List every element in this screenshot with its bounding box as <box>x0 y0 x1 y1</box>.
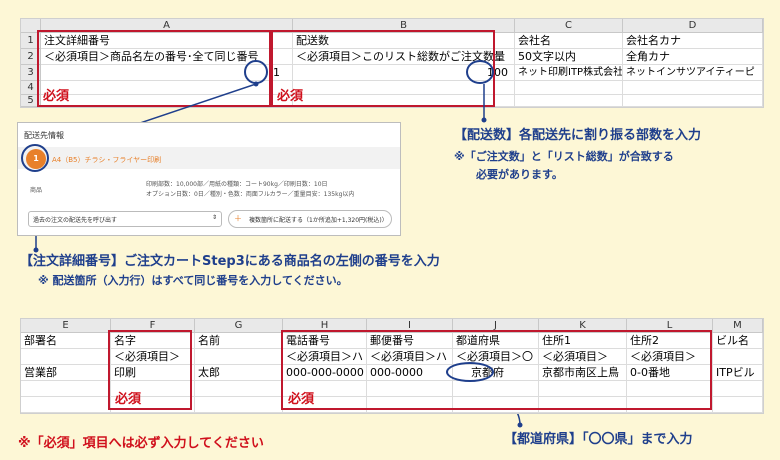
badge-highlight-circle <box>21 144 49 172</box>
column-header-g[interactable]: G <box>195 319 283 333</box>
cell-m5[interactable] <box>713 397 763 413</box>
prefecture-ellipse <box>446 362 494 382</box>
product-title: A4（B5）チラシ・フライヤー印刷 <box>52 156 162 164</box>
cell-g3[interactable]: 太郎 <box>195 365 283 381</box>
past-address-select[interactable]: 過去の注文の配送先を呼び出す ⇕ <box>28 211 222 227</box>
required-box-columns-h-l <box>281 330 712 410</box>
column-header-m[interactable]: M <box>713 319 763 333</box>
plus-icon: ＋ <box>234 214 242 223</box>
order-number-note-sub: ※ 配送箇所（入力行）はすべて同じ番号を入力してください。 <box>38 274 348 287</box>
select-arrows-icon: ⇕ <box>211 214 217 221</box>
product-detail-line2: オプション日数：0日／種別・色数：両面フルカラー／重量目安：135kg以内 <box>146 191 355 198</box>
required-label-f: 必須 <box>115 392 142 407</box>
cell-m2[interactable] <box>713 349 763 365</box>
order-number-note-title: 【注文詳細番号】ご注文カートStep3にある商品名の左側の番号を入力 <box>20 254 440 269</box>
cell-e3[interactable]: 営業部 <box>21 365 111 381</box>
prefecture-note: 【都道府県】「〇〇県」まで入力 <box>504 432 693 447</box>
cell-g2[interactable] <box>195 349 283 365</box>
product-label: 商品 <box>30 187 43 194</box>
quantity-note-title: 【配送数】各配送先に割り振る部数を入力 <box>454 128 702 143</box>
required-label-h: 必須 <box>288 392 315 407</box>
quantity-note-line1: ※「ご注文数」と「リスト総数」が合致する <box>454 150 674 163</box>
add-delivery-button-label: 複数箇所に配送する（1か所追加+1,320円(税込)） <box>249 217 388 224</box>
cell-e4[interactable] <box>21 381 111 397</box>
card-section-title: 配送先情報 <box>24 131 64 140</box>
cell-m4[interactable] <box>713 381 763 397</box>
column-header-e[interactable]: E <box>21 319 111 333</box>
product-detail-line1: 印刷部数：10,000部／用紙の種類：コート90kg／印刷日数：10日 <box>146 181 328 188</box>
cell-e1[interactable]: 部署名 <box>21 333 111 349</box>
cell-g4[interactable] <box>195 381 283 397</box>
cell-e5[interactable] <box>21 397 111 413</box>
cell-m3[interactable]: ITPビル <box>713 365 763 381</box>
required-fields-note: ※「必須」項目へは必ず入力してください <box>18 436 264 451</box>
cell-g1[interactable]: 名前 <box>195 333 283 349</box>
cell-m1[interactable]: ビル名 <box>713 333 763 349</box>
quantity-note-line2: 必要があります。 <box>476 168 563 181</box>
cell-e2[interactable] <box>21 349 111 365</box>
past-address-select-text: 過去の注文の配送先を呼び出す <box>33 217 118 224</box>
cell-g5[interactable] <box>195 397 283 413</box>
delivery-info-card: 配送先情報 1 A4（B5）チラシ・フライヤー印刷 商品 印刷部数：10,000… <box>17 122 401 236</box>
add-delivery-button[interactable]: ＋ 複数箇所に配送する（1か所追加+1,320円(税込)） <box>228 210 392 228</box>
